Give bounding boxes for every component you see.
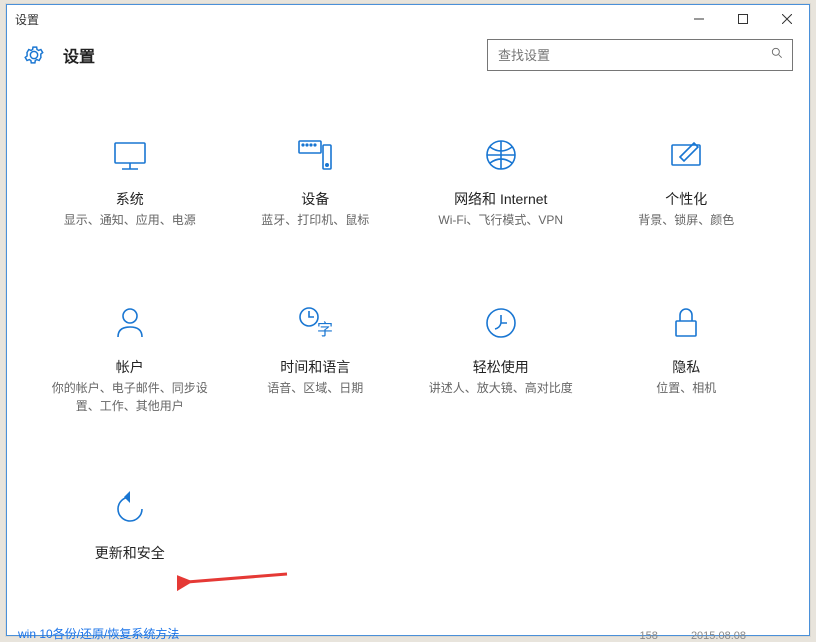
minimize-button[interactable] [677,5,721,33]
annotation-arrow [177,560,297,600]
tile-desc: 蓝牙、打印机、鼠标 [261,211,369,229]
category-grid: 系统 显示、通知、应用、电源 设备 蓝牙、打印机、鼠标 网络和 Internet… [7,75,809,565]
display-icon [106,131,154,179]
tile-title: 个性化 [665,189,707,209]
search-input[interactable] [496,47,770,64]
page-title: 设置 [63,43,95,67]
tile-title: 设备 [301,189,329,209]
tile-title: 更新和安全 [95,543,165,563]
devices-icon [291,131,339,179]
tile-title: 帐户 [116,357,144,377]
tile-desc: 讲述人、放大镜、高对比度 [429,379,573,397]
search-box[interactable] [487,39,793,71]
close-button[interactable] [765,5,809,33]
personalize-icon [662,131,710,179]
gear-icon [23,44,45,66]
maximize-button[interactable] [721,5,765,33]
time-language-icon: 字 [291,299,339,347]
person-icon [106,299,154,347]
tile-title: 网络和 Internet [454,189,547,209]
header: 设置 [7,33,809,75]
tile-title: 隐私 [672,357,700,377]
tile-devices[interactable]: 设备 蓝牙、打印机、鼠标 [223,131,409,229]
tile-desc: 语音、区域、日期 [267,379,363,397]
settings-window: 设置 设置 系统 [6,4,810,636]
titlebar: 设置 [7,5,809,33]
globe-icon [477,131,525,179]
ease-icon [477,299,525,347]
tile-system[interactable]: 系统 显示、通知、应用、电源 [37,131,223,229]
window-title: 设置 [15,11,39,28]
tile-title: 轻松使用 [473,357,529,377]
tile-desc: 背景、锁屏、颜色 [638,211,734,229]
tile-desc: 显示、通知、应用、电源 [64,211,196,229]
tile-desc: 位置、相机 [656,379,716,397]
tile-title: 系统 [116,189,144,209]
tile-title: 时间和语言 [280,357,350,377]
tile-update-security[interactable]: 更新和安全 [37,485,223,565]
tile-network[interactable]: 网络和 Internet Wi-Fi、飞行模式、VPN [408,131,594,229]
update-icon [106,485,154,533]
tile-privacy[interactable]: 隐私 位置、相机 [594,299,780,415]
svg-text:字: 字 [317,321,333,339]
taskbar-hint: win 10各份/还原/恢复系统方法 [18,625,179,642]
tile-desc: Wi-Fi、飞行模式、VPN [438,211,563,229]
tile-time-language[interactable]: 字 时间和语言 语音、区域、日期 [223,299,409,415]
lock-icon [662,299,710,347]
search-icon [770,46,784,65]
taskbar-stats: 158 2015.08.08 [610,630,746,642]
tile-desc: 你的帐户、电子邮件、同步设置、工作、其他用户 [50,379,210,415]
tile-ease-of-access[interactable]: 轻松使用 讲述人、放大镜、高对比度 [408,299,594,415]
tile-personalization[interactable]: 个性化 背景、锁屏、颜色 [594,131,780,229]
tile-accounts[interactable]: 帐户 你的帐户、电子邮件、同步设置、工作、其他用户 [37,299,223,415]
